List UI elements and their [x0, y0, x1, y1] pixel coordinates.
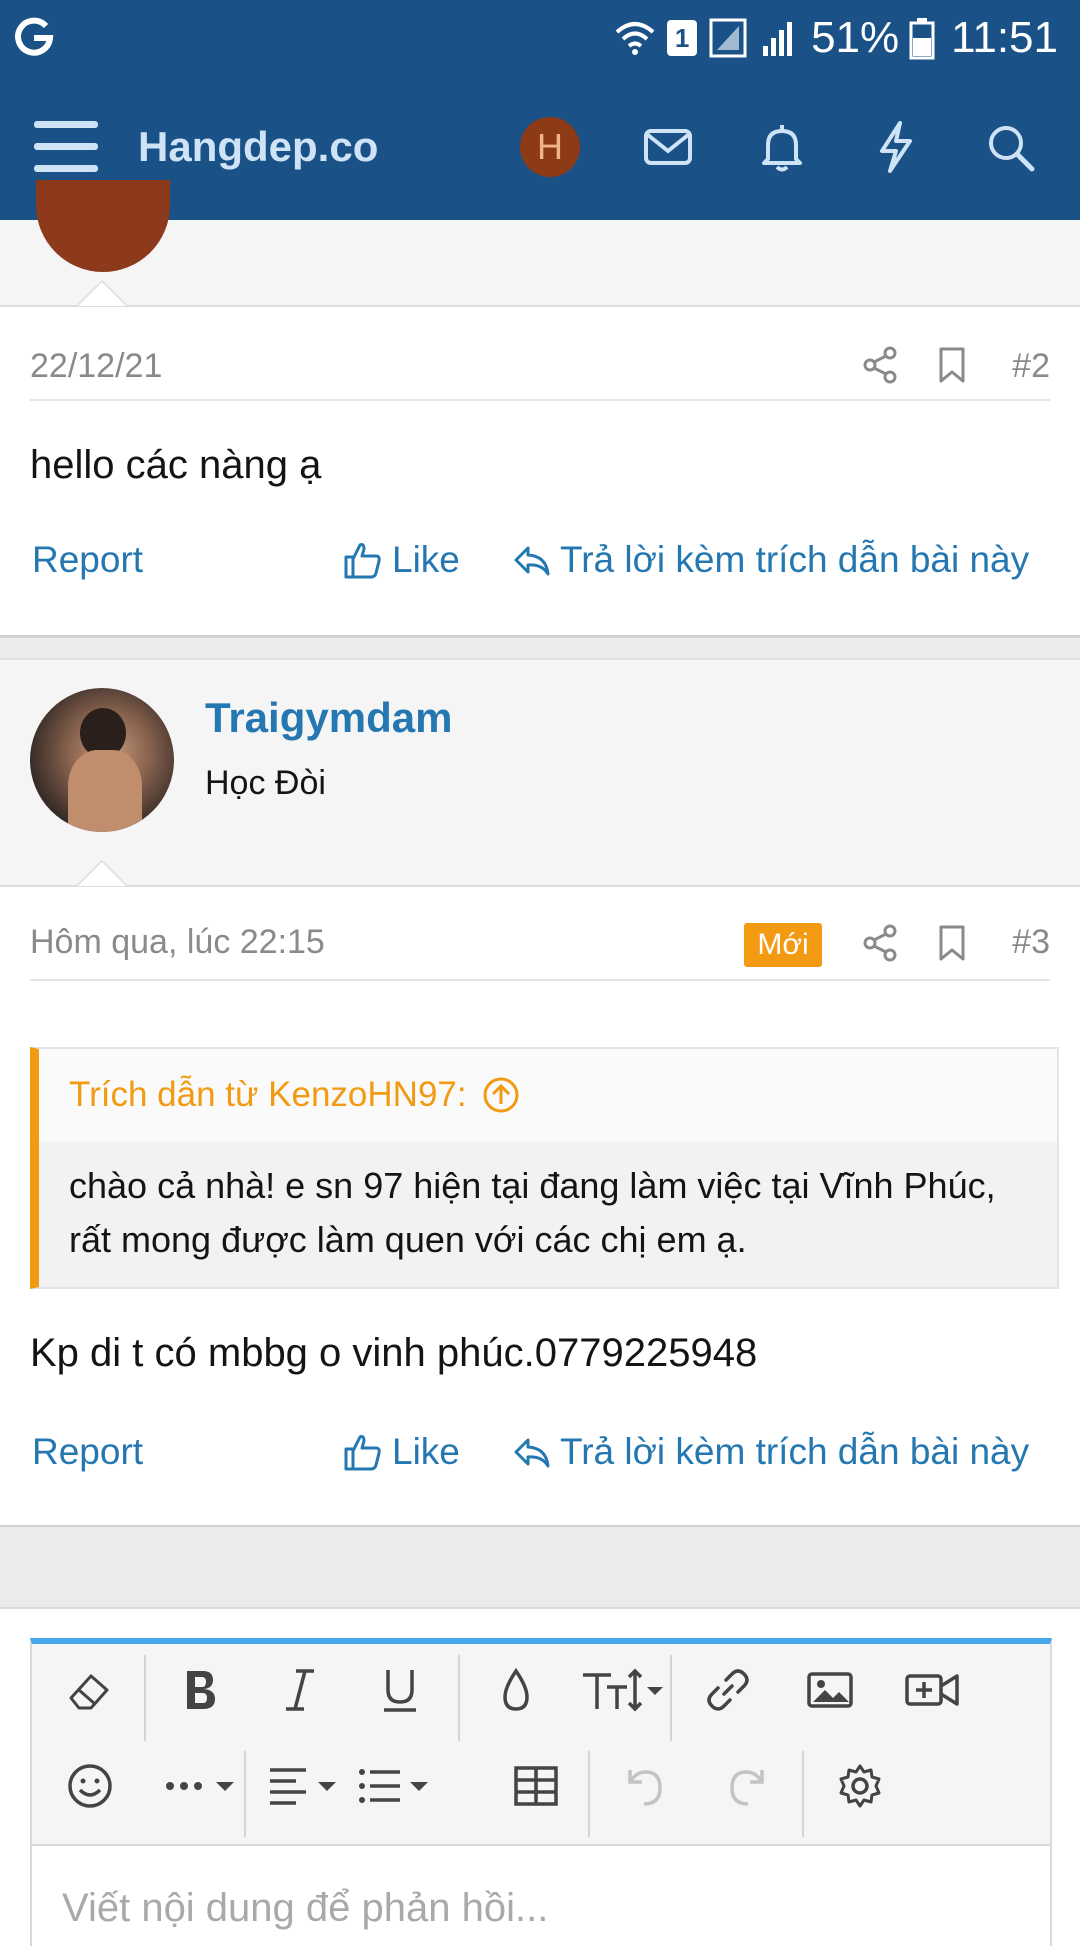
- eraser-icon[interactable]: [50, 1650, 130, 1730]
- post-body: hello các nàng ạ: [30, 443, 322, 487]
- link-icon[interactable]: [688, 1650, 768, 1730]
- reply-quote-button[interactable]: Trả lời kèm trích dẫn bài này: [512, 539, 1029, 581]
- report-label: Report: [32, 539, 144, 580]
- italic-icon[interactable]: [260, 1650, 340, 1730]
- settings-icon[interactable]: [820, 1746, 900, 1826]
- image-icon[interactable]: [790, 1650, 870, 1730]
- post-number[interactable]: #3: [1012, 923, 1050, 962]
- align-icon[interactable]: [260, 1746, 348, 1826]
- reply-quote-button[interactable]: Trả lời kèm trích dẫn bài này: [512, 1431, 1029, 1473]
- more-icon[interactable]: [150, 1746, 254, 1826]
- battery-percent: 51%: [811, 13, 900, 62]
- mail-icon[interactable]: [640, 119, 696, 175]
- post-2: 22/12/21 #2 hello các nàng ạ Report Like…: [0, 307, 1080, 635]
- editor-toolbar-row-2: [32, 1746, 1050, 1842]
- color-drop-icon[interactable]: [476, 1650, 556, 1730]
- post-number[interactable]: #2: [1012, 347, 1050, 386]
- bookmark-icon[interactable]: [932, 923, 972, 963]
- table-icon[interactable]: [496, 1746, 576, 1826]
- report-link[interactable]: Report: [32, 1431, 143, 1473]
- bell-icon[interactable]: [754, 119, 810, 175]
- notification-count-badge: 1: [667, 20, 698, 56]
- author-card: Traigymdam Học Đòi: [0, 660, 1080, 886]
- report-link[interactable]: Report: [32, 539, 143, 581]
- signal-icon: [763, 22, 793, 56]
- redo-icon[interactable]: [708, 1746, 788, 1826]
- author-name[interactable]: Traigymdam: [205, 694, 452, 742]
- thumbs-up-icon: [344, 1435, 381, 1471]
- post-date[interactable]: Hôm qua, lúc 22:15: [30, 923, 325, 962]
- video-icon[interactable]: [892, 1650, 972, 1730]
- reply-quote-label: Trả lời kèm trích dẫn bài này: [560, 539, 1030, 580]
- arrow-up-circle-icon[interactable]: [481, 1075, 521, 1115]
- menu-icon[interactable]: [34, 117, 98, 177]
- wifi-icon: [615, 22, 655, 55]
- status-bar: 1 51% 11:51: [0, 0, 1080, 75]
- clock: 11:51: [951, 13, 1058, 62]
- post-pointer: [76, 860, 128, 886]
- reply-placeholder: Viết nội dung để phản hồi...: [62, 1886, 549, 1930]
- share-icon[interactable]: [860, 923, 900, 963]
- editor-toolbar-row-1: [32, 1650, 1050, 1746]
- list-icon[interactable]: [352, 1746, 440, 1826]
- post-pointer: [76, 280, 128, 306]
- author-avatar[interactable]: [30, 688, 174, 832]
- google-g-icon: [15, 17, 54, 56]
- quote-block: Trích dẫn từ KenzoHN97: chào cả nhà! e s…: [30, 1047, 1059, 1289]
- quote-attribution: Trích dẫn từ KenzoHN97:: [69, 1075, 467, 1114]
- post-date[interactable]: 22/12/21: [30, 347, 162, 386]
- emoji-icon[interactable]: [50, 1746, 130, 1826]
- user-avatar-button[interactable]: H: [520, 117, 580, 177]
- post-body: Kp di t có mbbg o vinh phúc.0779225948: [30, 1331, 758, 1375]
- site-brand[interactable]: Hangdep.co: [138, 121, 378, 173]
- previous-author-avatar: [36, 180, 170, 272]
- like-button[interactable]: Like: [342, 539, 460, 581]
- sim-icon: [709, 18, 747, 58]
- bold-icon[interactable]: [160, 1650, 240, 1730]
- report-label: Report: [32, 1431, 144, 1472]
- previous-author-card: [0, 180, 1080, 306]
- undo-icon[interactable]: [604, 1746, 684, 1826]
- like-label: Like: [392, 1431, 460, 1472]
- author-title: Học Đòi: [205, 764, 326, 802]
- bolt-icon[interactable]: [868, 119, 924, 175]
- bookmark-icon[interactable]: [932, 345, 972, 385]
- reply-editor: Viết nội dung để phản hồi...: [30, 1638, 1052, 1946]
- post-3: Hôm qua, lúc 22:15 Mới #3 Trích dẫn từ K…: [0, 887, 1080, 1527]
- reply-icon: [514, 546, 550, 576]
- reply-quote-label: Trả lời kèm trích dẫn bài này: [560, 1431, 1030, 1472]
- reply-icon: [514, 1438, 550, 1468]
- quote-text: chào cả nhà! e sn 97 hiện tại đang làm v…: [39, 1141, 1057, 1287]
- quick-reply-separator: [0, 1527, 1080, 1609]
- underline-icon[interactable]: [360, 1650, 440, 1730]
- battery-icon: [909, 18, 935, 60]
- post-separator: [0, 635, 1080, 660]
- search-icon[interactable]: [982, 119, 1038, 175]
- like-button[interactable]: Like: [342, 1431, 460, 1473]
- reply-input[interactable]: Viết nội dung để phản hồi...: [32, 1844, 1050, 1946]
- new-badge: Mới: [744, 923, 822, 967]
- share-icon[interactable]: [860, 345, 900, 385]
- thumbs-up-icon: [344, 543, 381, 579]
- like-label: Like: [392, 539, 460, 580]
- quote-header[interactable]: Trích dẫn từ KenzoHN97:: [39, 1049, 1057, 1141]
- font-size-icon[interactable]: [572, 1650, 672, 1730]
